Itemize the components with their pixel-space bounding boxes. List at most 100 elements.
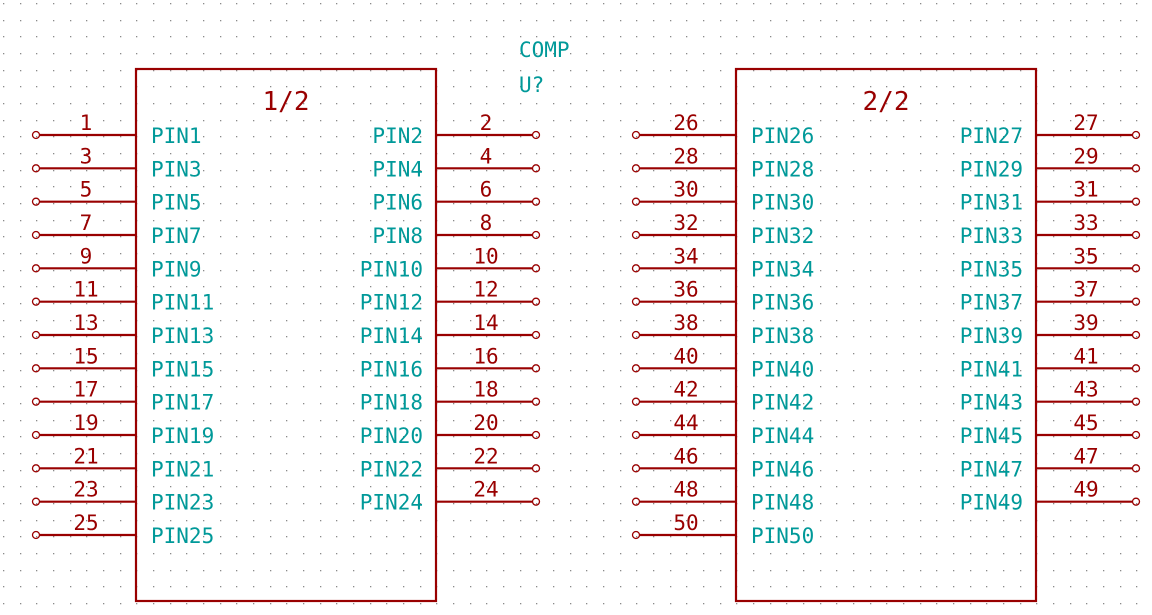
- pin-12[interactable]: 12 PIN12: [360, 278, 541, 315]
- pin-10[interactable]: 10 PIN10: [360, 244, 541, 281]
- pin-25[interactable]: 25 PIN25: [31, 511, 215, 548]
- pin-connection-point[interactable]: [31, 130, 41, 140]
- pin-number: 10: [473, 244, 498, 268]
- pin-36[interactable]: 36 PIN36: [631, 278, 815, 315]
- pin-24[interactable]: 24 PIN24: [360, 478, 541, 515]
- pin-1[interactable]: 1 PIN1: [31, 111, 202, 148]
- pin-29[interactable]: 29 PIN29: [960, 144, 1141, 181]
- pin-connection-point[interactable]: [531, 130, 541, 140]
- pin-48[interactable]: 48 PIN48: [631, 478, 815, 515]
- pin-name: PIN35: [960, 257, 1023, 281]
- pin-49[interactable]: 49 PIN49: [960, 478, 1141, 515]
- pin-26[interactable]: 26 PIN26: [631, 111, 815, 148]
- pin-14[interactable]: 14 PIN14: [360, 311, 541, 348]
- pin-20[interactable]: 20 PIN20: [360, 411, 541, 448]
- pin-38[interactable]: 38 PIN38: [631, 311, 815, 348]
- pin-13[interactable]: 13 PIN13: [31, 311, 215, 348]
- pin-31[interactable]: 31 PIN31: [960, 178, 1141, 215]
- pin-name: PIN2: [372, 124, 423, 148]
- pin-name: PIN11: [151, 291, 214, 315]
- pin-4[interactable]: 4 PIN4: [372, 144, 541, 181]
- pin-17[interactable]: 17 PIN17: [31, 378, 215, 415]
- pin-connection-point[interactable]: [531, 230, 541, 240]
- pin-name: PIN38: [751, 324, 814, 348]
- pin-2[interactable]: 2 PIN2: [372, 111, 541, 148]
- pin-name: PIN41: [960, 357, 1023, 381]
- pin-number: 37: [1073, 278, 1098, 302]
- pin-connection-point[interactable]: [1131, 430, 1141, 440]
- pin-21[interactable]: 21 PIN21: [31, 444, 215, 481]
- pin-connection-point[interactable]: [631, 530, 641, 540]
- pin-16[interactable]: 16 PIN16: [360, 344, 541, 381]
- pin-40[interactable]: 40 PIN40: [631, 344, 815, 381]
- pin-23[interactable]: 23 PIN23: [31, 478, 215, 515]
- pin-22[interactable]: 22 PIN22: [360, 444, 541, 481]
- pin-45[interactable]: 45 PIN45: [960, 411, 1141, 448]
- pin-name: PIN5: [151, 191, 202, 215]
- pin-37[interactable]: 37 PIN37: [960, 278, 1141, 315]
- pin-connection-point[interactable]: [631, 430, 641, 440]
- pin-connection-point[interactable]: [631, 330, 641, 340]
- pin-30[interactable]: 30 PIN30: [631, 178, 815, 215]
- pin-46[interactable]: 46 PIN46: [631, 444, 815, 481]
- pin-connection-point[interactable]: [531, 430, 541, 440]
- pin-43[interactable]: 43 PIN43: [960, 378, 1141, 415]
- pin-11[interactable]: 11 PIN11: [31, 278, 215, 315]
- pin-number: 22: [473, 444, 498, 468]
- pin-3[interactable]: 3 PIN3: [31, 144, 202, 181]
- pin-connection-point[interactable]: [631, 230, 641, 240]
- pin-34[interactable]: 34 PIN34: [631, 244, 815, 281]
- pin-connection-point[interactable]: [531, 330, 541, 340]
- pin-39[interactable]: 39 PIN39: [960, 311, 1141, 348]
- pin-name: PIN43: [960, 391, 1023, 415]
- pin-number: 1: [80, 111, 93, 135]
- pin-number: 14: [473, 311, 498, 335]
- component-reference-field[interactable]: U?: [519, 73, 544, 97]
- pin-18[interactable]: 18 PIN18: [360, 378, 541, 415]
- pin-name: PIN3: [151, 157, 202, 181]
- pin-connection-point[interactable]: [1131, 230, 1141, 240]
- pin-connection-point[interactable]: [1131, 130, 1141, 140]
- pin-7[interactable]: 7 PIN7: [31, 211, 202, 248]
- pin-35[interactable]: 35 PIN35: [960, 244, 1141, 281]
- pin-47[interactable]: 47 PIN47: [960, 444, 1141, 481]
- pin-connection-point[interactable]: [631, 130, 641, 140]
- pin-6[interactable]: 6 PIN6: [372, 178, 541, 215]
- unit-label: 2/2: [863, 87, 910, 117]
- pin-number: 29: [1073, 144, 1098, 168]
- pin-32[interactable]: 32 PIN32: [631, 211, 815, 248]
- pin-connection-point[interactable]: [31, 330, 41, 340]
- pin-name: PIN26: [751, 124, 814, 148]
- pin-27[interactable]: 27 PIN27: [960, 111, 1141, 148]
- pin-name: PIN45: [960, 424, 1023, 448]
- pin-8[interactable]: 8 PIN8: [372, 211, 541, 248]
- pin-name: PIN4: [372, 157, 423, 181]
- pin-33[interactable]: 33 PIN33: [960, 211, 1141, 248]
- pin-44[interactable]: 44 PIN44: [631, 411, 815, 448]
- pin-number: 17: [73, 378, 98, 402]
- pin-number: 7: [80, 211, 93, 235]
- schematic-canvas[interactable]: COMP U? 1/21PIN13PIN35PIN57PIN79PIN911PI…: [0, 0, 1152, 615]
- pin-name: PIN1: [151, 124, 202, 148]
- pin-connection-point[interactable]: [31, 430, 41, 440]
- pin-number: 46: [673, 444, 698, 468]
- pin-28[interactable]: 28 PIN28: [631, 144, 815, 181]
- pin-connection-point[interactable]: [31, 530, 41, 540]
- pin-42[interactable]: 42 PIN42: [631, 378, 815, 415]
- pin-number: 41: [1073, 344, 1098, 368]
- pin-9[interactable]: 9 PIN9: [31, 244, 202, 281]
- component-value-field[interactable]: COMP: [519, 38, 570, 62]
- pin-connection-point[interactable]: [1131, 330, 1141, 340]
- pin-number: 16: [473, 344, 498, 368]
- pin-15[interactable]: 15 PIN15: [31, 344, 215, 381]
- pin-name: PIN16: [360, 357, 423, 381]
- pin-number: 32: [673, 211, 698, 235]
- pin-name: PIN8: [372, 224, 423, 248]
- pin-number: 19: [73, 411, 98, 435]
- pin-41[interactable]: 41 PIN41: [960, 344, 1141, 381]
- pin-19[interactable]: 19 PIN19: [31, 411, 215, 448]
- pin-5[interactable]: 5 PIN5: [31, 178, 202, 215]
- pin-number: 12: [473, 278, 498, 302]
- pin-50[interactable]: 50 PIN50: [631, 511, 815, 548]
- pin-connection-point[interactable]: [31, 230, 41, 240]
